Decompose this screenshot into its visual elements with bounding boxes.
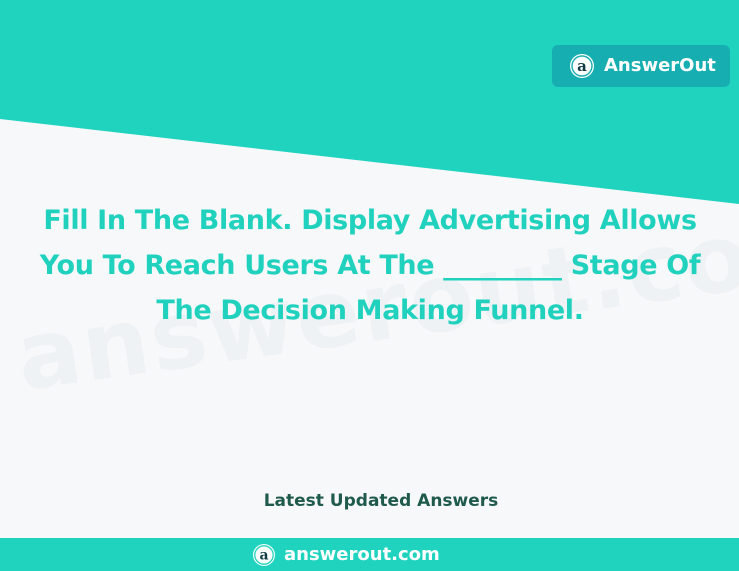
svg-text:a: a bbox=[259, 547, 268, 563]
brand-name: AnswerOut bbox=[604, 55, 716, 76]
answerout-logo-icon: a bbox=[570, 54, 594, 78]
page-canvas: answerout.com a AnswerOut Fill In The Bl… bbox=[0, 0, 739, 571]
question-title: Fill In The Blank. Display Advertising A… bbox=[39, 205, 701, 326]
footer-site-link[interactable]: a answerout.com bbox=[252, 541, 440, 568]
brand-badge[interactable]: a AnswerOut bbox=[552, 45, 730, 87]
footer-site-name: answerout.com bbox=[284, 543, 440, 565]
answerout-logo-icon: a bbox=[253, 543, 275, 566]
latest-updated-answers-heading: Latest Updated Answers bbox=[263, 491, 499, 511]
footer-bar: a answerout.com bbox=[0, 538, 739, 571]
svg-text:a: a bbox=[577, 57, 587, 75]
